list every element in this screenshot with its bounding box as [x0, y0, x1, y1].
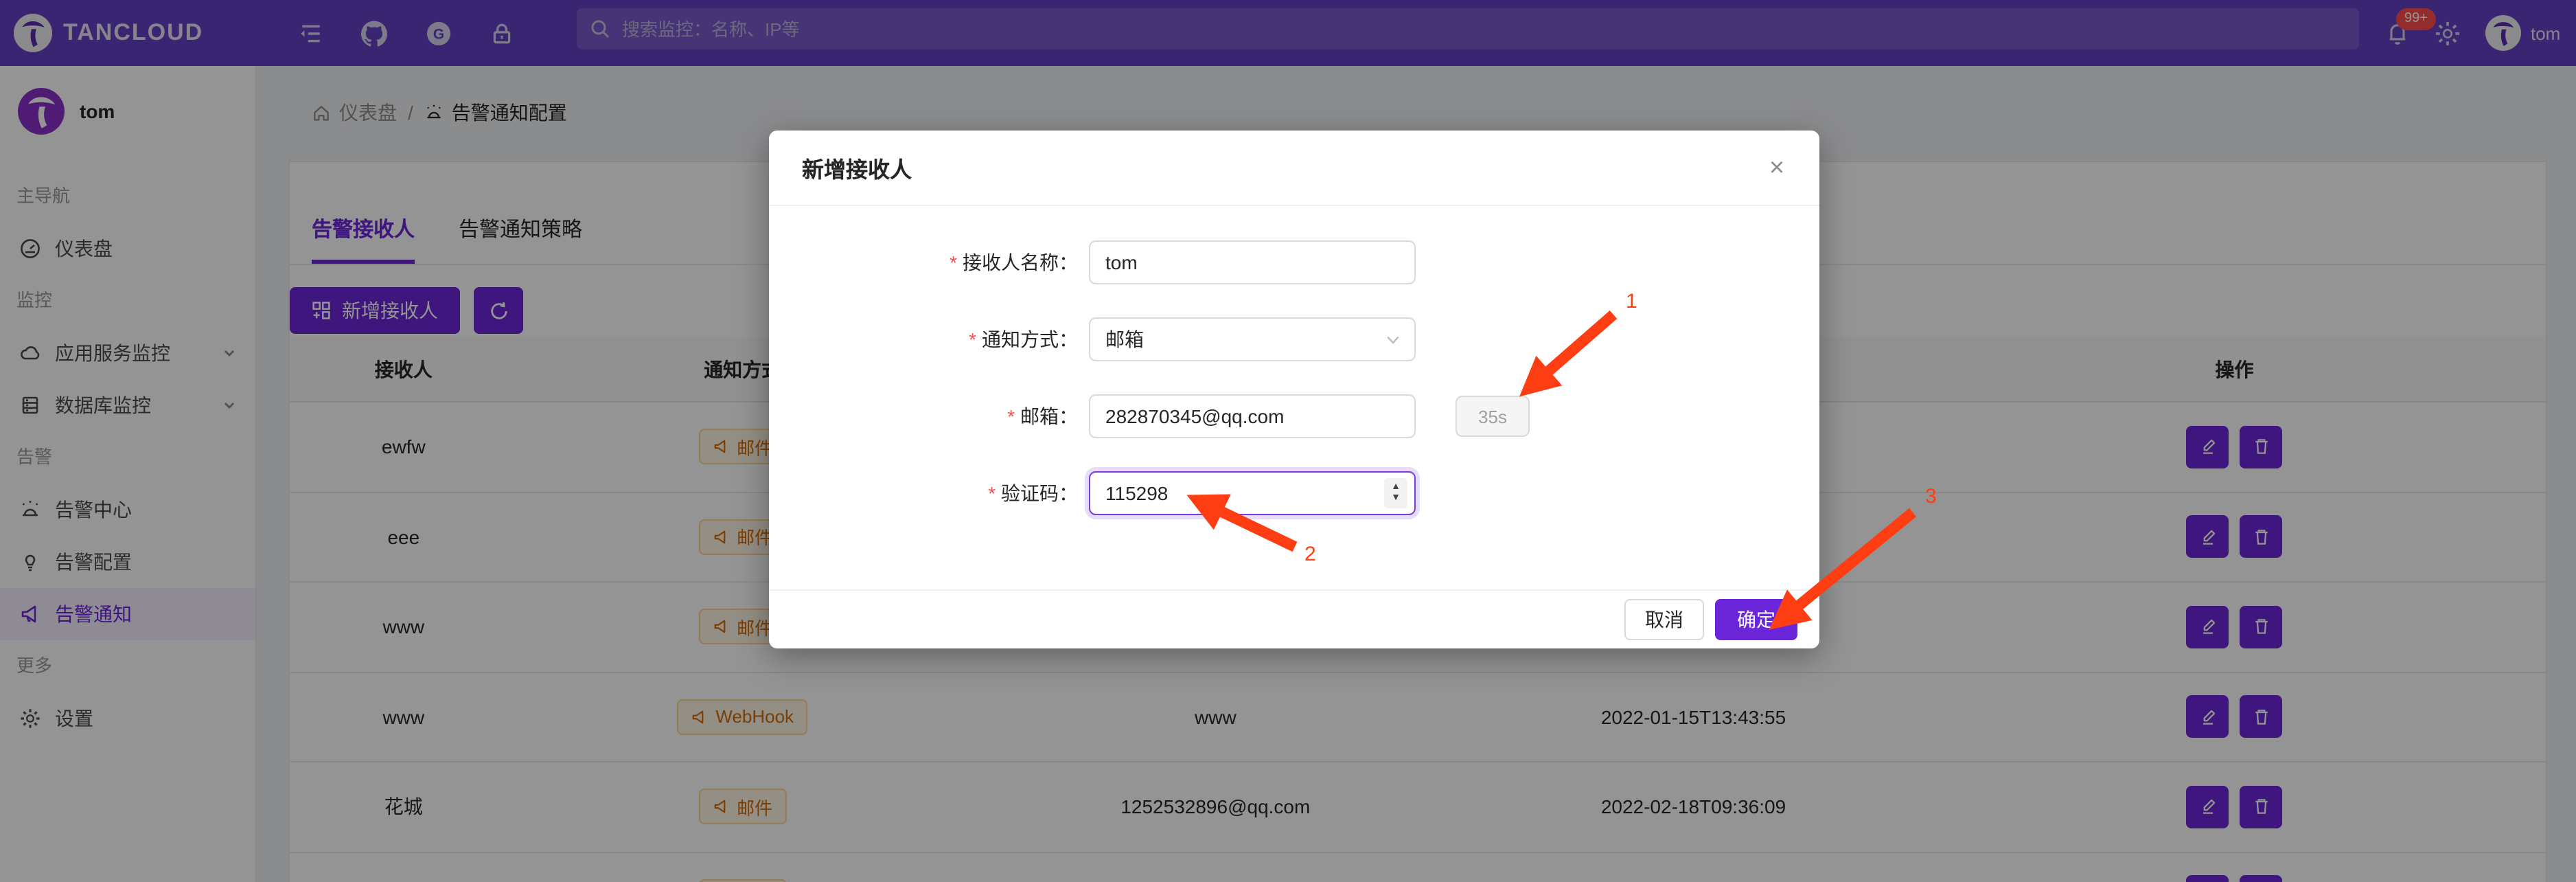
add-receiver-modal: 新增接收人 × *接收人名称： tom *通知方式： 邮箱 *邮箱： 28287…	[769, 131, 1819, 648]
modal-header: 新增接收人 ×	[769, 131, 1819, 206]
send-code-countdown-button[interactable]: 35s	[1456, 396, 1530, 437]
receiver-name-input[interactable]: tom	[1089, 240, 1416, 284]
required-mark: *	[969, 328, 976, 350]
step-up-icon[interactable]: ▲	[1391, 482, 1401, 493]
required-mark: *	[1007, 405, 1015, 427]
cancel-button[interactable]: 取消	[1624, 599, 1704, 640]
field-label: *接收人名称：	[769, 249, 1078, 276]
form-row-code: *验证码： 115298 ▲▼	[769, 471, 1819, 515]
close-icon[interactable]: ×	[1759, 150, 1795, 185]
chevron-down-icon	[1385, 332, 1401, 347]
verify-code-input[interactable]: 115298 ▲▼	[1089, 471, 1416, 515]
required-mark: *	[950, 251, 957, 273]
confirm-button[interactable]: 确定	[1715, 599, 1797, 640]
email-input[interactable]: 282870345@qq.com	[1089, 394, 1416, 438]
required-mark: *	[988, 482, 996, 504]
app-root: TANCLOUD G	[0, 0, 2576, 882]
field-label: *验证码：	[769, 479, 1078, 507]
modal-title: 新增接收人	[802, 151, 912, 184]
form-row-method: *通知方式： 邮箱	[769, 317, 1819, 361]
modal-body: *接收人名称： tom *通知方式： 邮箱 *邮箱： 282870345@qq.…	[769, 206, 1819, 589]
field-label: *通知方式：	[769, 326, 1078, 353]
modal-footer: 取消 确定	[769, 589, 1819, 648]
step-down-icon[interactable]: ▼	[1391, 493, 1401, 504]
notify-method-select[interactable]: 邮箱	[1089, 317, 1416, 361]
form-row-email: *邮箱： 282870345@qq.com 35s	[769, 394, 1819, 438]
form-row-name: *接收人名称： tom	[769, 240, 1819, 284]
field-label: *邮箱：	[769, 403, 1078, 430]
number-stepper[interactable]: ▲▼	[1384, 478, 1407, 508]
